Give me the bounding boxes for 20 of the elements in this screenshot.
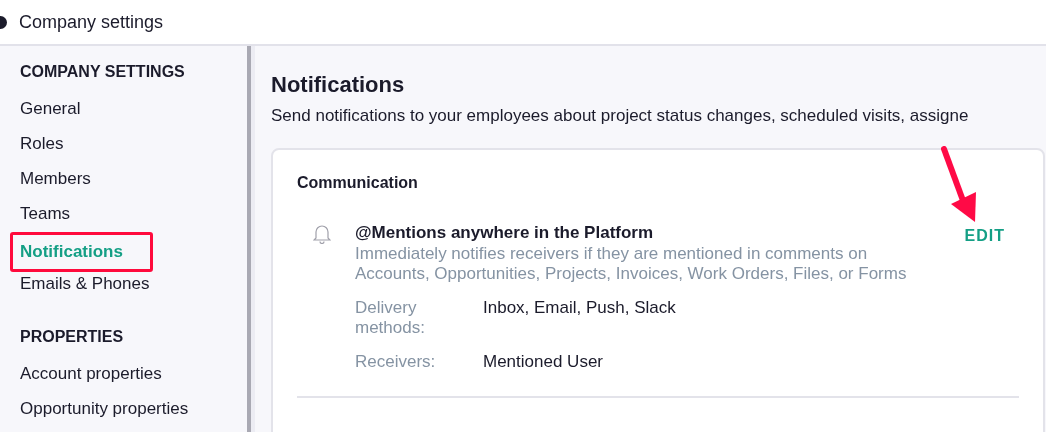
notification-description: Immediately notifies receivers if they are mentioned in comments on Accounts, Opportunities, Projects, Invoices, Work Orders, Files, or Forms [355, 244, 908, 284]
page-description: Send notifications to your employees about project status changes, scheduled visits, assigne [271, 106, 970, 126]
sidebar-item[interactable]: General [10, 94, 91, 124]
sidebar-item[interactable]: Members [10, 164, 101, 194]
section-heading: COMPANY SETTINGS [20, 62, 186, 82]
sidebar-item[interactable]: Account properties [10, 359, 172, 389]
page-title: Company settings [19, 11, 164, 33]
detail-value: Mentioned User [483, 352, 604, 372]
detail-label: Receivers: [355, 352, 437, 372]
detail-value: Inbox, Email, Push, Slack [483, 298, 677, 319]
sidebar-item[interactable]: Roles [10, 129, 74, 159]
card-title: Communication [297, 174, 419, 192]
bell-icon [313, 222, 331, 244]
detail-label: Delivery methods: [355, 298, 426, 338]
section-heading: PROPERTIES [20, 327, 125, 347]
sidebar-item[interactable]: Opportunity properties [10, 394, 199, 424]
notification-title: @Mentions anywhere in the Platform [355, 222, 655, 244]
sidebar-item[interactable]: Teams [10, 199, 81, 229]
page-heading: Notifications [271, 71, 406, 99]
sidebar-item[interactable]: Emails & Phones [10, 269, 160, 299]
